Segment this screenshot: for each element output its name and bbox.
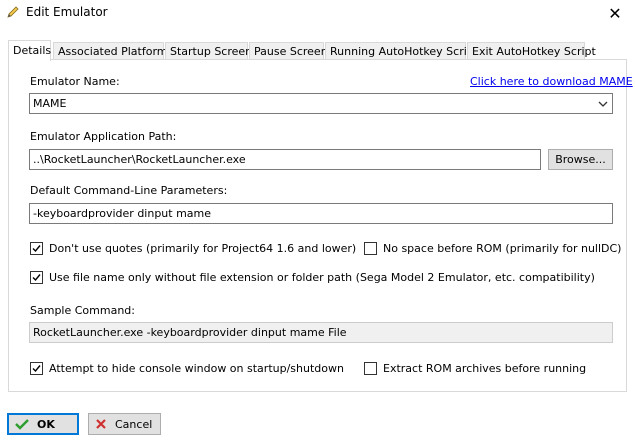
emulator-name-combo[interactable]: MAME [29,93,613,114]
checkmark-icon [15,419,29,430]
params-label: Default Command-Line Parameters: [30,184,228,197]
hide-console-label: Attempt to hide console window on startu… [49,362,344,375]
browse-button[interactable]: Browse... [548,149,613,170]
close-x-icon [96,419,106,429]
ok-label: OK [37,417,55,431]
emulator-name-label: Emulator Name: [30,75,120,88]
checkbox-box[interactable] [364,362,377,375]
sample-command-field: RocketLauncher.exe -keyboardprovider din… [29,322,613,343]
tab-startup-screen[interactable]: Startup Screen [165,42,252,60]
cancel-button[interactable]: Cancel [88,413,161,435]
file-name-only-checkbox[interactable]: Use file name only without file extensio… [30,271,595,284]
extract-rom-checkbox[interactable]: Extract ROM archives before running [364,362,586,375]
hide-console-checkbox[interactable]: Attempt to hide console window on startu… [30,362,344,375]
close-button[interactable]: ✕ [595,0,635,26]
file-name-only-label: Use file name only without file extensio… [49,271,595,284]
emulator-name-value: MAME [33,97,67,110]
checkbox-box[interactable] [30,242,43,255]
extract-rom-label: Extract ROM archives before running [383,362,587,375]
checkbox-box[interactable] [30,271,43,284]
title-bar: Edit Emulator ✕ [0,0,635,26]
no-quotes-label: Don't use quotes (primarily for Project6… [49,242,357,255]
pencil-icon [6,5,20,19]
ok-button[interactable]: OK [7,413,79,435]
sample-command-label: Sample Command: [30,304,135,317]
app-path-label: Emulator Application Path: [30,130,177,143]
tab-details[interactable]: Details [8,40,51,61]
checkbox-box[interactable] [364,242,377,255]
tab-associated-platforms[interactable]: Associated Platforms [53,42,173,60]
tab-running-autohotkey-script[interactable]: Running AutoHotkey Script [325,42,478,60]
window-title: Edit Emulator [26,5,108,19]
no-quotes-checkbox[interactable]: Don't use quotes (primarily for Project6… [30,242,356,255]
tab-exit-autohotkey-script[interactable]: Exit AutoHotkey Script [467,42,596,60]
chevron-down-icon [597,97,609,109]
tab-pause-screen[interactable]: Pause Screen [249,42,328,60]
no-space-checkbox[interactable]: No space before ROM (primarily for nullD… [364,242,621,255]
cancel-label: Cancel [115,417,153,431]
params-input[interactable]: -keyboardprovider dinput mame [29,203,613,224]
checkbox-box[interactable] [30,362,43,375]
app-path-input[interactable]: ..\RocketLauncher\RocketLauncher.exe [29,149,541,170]
no-space-label: No space before ROM (primarily for nullD… [383,242,622,255]
download-mame-link[interactable]: Click here to download MAME [470,75,633,88]
